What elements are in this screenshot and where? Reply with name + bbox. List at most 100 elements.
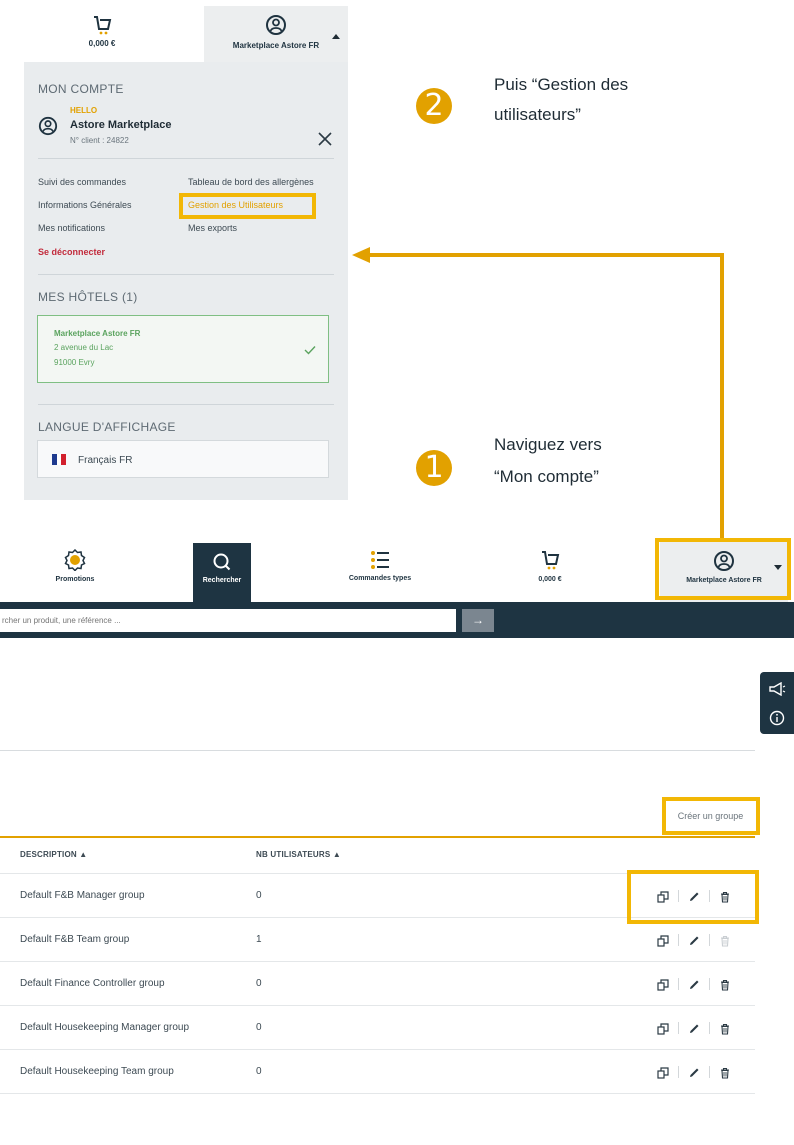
nav-promotions-label: Promotions [55,576,95,583]
duplicate-icon[interactable] [657,978,669,991]
content-divider [0,750,755,751]
header-cart[interactable]: 0,000 € [0,0,204,62]
edit-icon[interactable] [688,1022,700,1034]
action-separator [709,978,710,990]
action-separator [709,1022,710,1034]
step-1-badge: 1 [416,450,452,486]
list-icon [371,551,389,569]
promotion-badge-icon [64,548,86,572]
nav-promotions[interactable]: Promotions [45,540,105,602]
account-label: Marketplace Astore FR [232,41,320,50]
info-icon[interactable] [769,710,785,726]
search-submit-button[interactable]: → [462,609,494,632]
nav-order-templates-label: Commandes types [348,575,412,582]
client-number: N° client : 24822 [70,136,129,145]
language-label: Français FR [78,455,133,466]
search-input[interactable] [0,609,456,632]
check-icon [304,346,316,355]
nav-search[interactable]: Rechercher [193,543,251,602]
nav-order-templates[interactable]: Commandes types [340,540,420,602]
edit-icon[interactable] [688,934,700,946]
row-actions [657,1022,731,1035]
delete-icon[interactable] [719,978,731,991]
account-dropdown-panel: MON COMPTE HELLO Astore Marketplace N° c… [24,62,348,500]
nav-search-label: Rechercher [202,577,242,584]
action-separator [709,1066,710,1078]
panel-title: MON COMPTE [38,82,124,96]
action-separator [709,934,710,946]
separator [38,158,334,159]
highlight-account-button [655,538,791,600]
link-exports[interactable]: Mes exports [188,223,237,233]
link-allergen-dashboard[interactable]: Tableau de bord des allergènes [188,177,314,187]
group-description: Default F&B Team group [20,934,130,945]
separator [38,274,334,275]
table-row: Default Finance Controller group 0 [0,962,755,1006]
caret-up-icon[interactable] [332,34,340,39]
header-account[interactable]: Marketplace Astore FR [204,6,348,62]
search-bar: → [0,602,794,638]
link-notifications[interactable]: Mes notifications [38,223,105,233]
cart-amount: 0,000 € [88,39,116,48]
link-order-tracking[interactable]: Suivi des commandes [38,177,126,187]
language-selector[interactable]: Français FR [37,440,329,478]
action-separator [678,1066,679,1078]
logout-link[interactable]: Se déconnecter [38,247,105,257]
hotel-city: 91000 Evry [54,358,95,367]
table-row: Default F&B Team group 1 [0,918,755,962]
table-header-line [0,836,755,838]
delete-icon [719,934,731,947]
step-1-line2: “Mon compte” [494,467,599,486]
delete-icon[interactable] [719,1066,731,1079]
side-floating-tab [760,672,794,734]
group-description: Default F&B Manager group [20,890,145,901]
nav-cart[interactable]: 0,000 € [520,540,580,602]
step-2-badge: 2 [416,88,452,124]
group-user-count: 0 [256,1066,262,1077]
hello-label: HELLO [70,106,98,115]
hotel-card[interactable]: Marketplace Astore FR 2 avenue du Lac 91… [37,315,329,383]
group-description: Default Housekeeping Team group [20,1066,174,1077]
action-separator [678,934,679,946]
delete-icon[interactable] [719,1022,731,1035]
user-circle-icon [38,116,58,136]
france-flag-icon [52,454,67,465]
column-header-description[interactable]: DESCRIPTION ▲ [20,850,87,859]
hotel-name: Marketplace Astore FR [54,329,141,338]
group-description: Default Housekeeping Manager group [20,1022,189,1033]
row-actions [657,934,731,947]
action-separator [678,978,679,990]
table-row: Default Housekeeping Manager group 0 [0,1006,755,1050]
user-circle-icon [266,15,286,35]
group-user-count: 0 [256,978,262,989]
duplicate-icon[interactable] [657,1066,669,1079]
cart-icon [94,16,112,35]
step-1-line1: Naviguez vers [494,435,602,454]
highlight-user-management [179,193,316,219]
group-user-count: 0 [256,1022,262,1033]
edit-icon[interactable] [688,978,700,990]
step-2-line1: Puis “Gestion des [494,75,629,94]
column-header-nb-users[interactable]: NB UTILISATEURS ▲ [256,850,341,859]
row-actions [657,978,731,991]
group-user-count: 1 [256,934,262,945]
search-icon [213,553,231,571]
row-actions [657,1066,731,1079]
edit-icon[interactable] [688,1066,700,1078]
top-header: 0,000 € Marketplace Astore FR [0,0,348,62]
table-row: Default Housekeeping Team group 0 [0,1050,755,1094]
group-description: Default Finance Controller group [20,978,165,989]
action-separator [678,1022,679,1034]
close-icon[interactable] [318,132,332,146]
user-name: Astore Marketplace [70,119,172,131]
link-general-info[interactable]: Informations Générales [38,200,132,210]
step-2-line2: utilisateurs” [494,105,581,124]
megaphone-icon[interactable] [768,682,786,696]
duplicate-icon[interactable] [657,934,669,947]
group-user-count: 0 [256,890,262,901]
cart-icon [542,551,560,570]
hotels-title: MES HÔTELS (1) [38,290,138,304]
duplicate-icon[interactable] [657,1022,669,1035]
highlight-create-group [662,797,760,835]
highlight-row-actions [627,870,759,924]
